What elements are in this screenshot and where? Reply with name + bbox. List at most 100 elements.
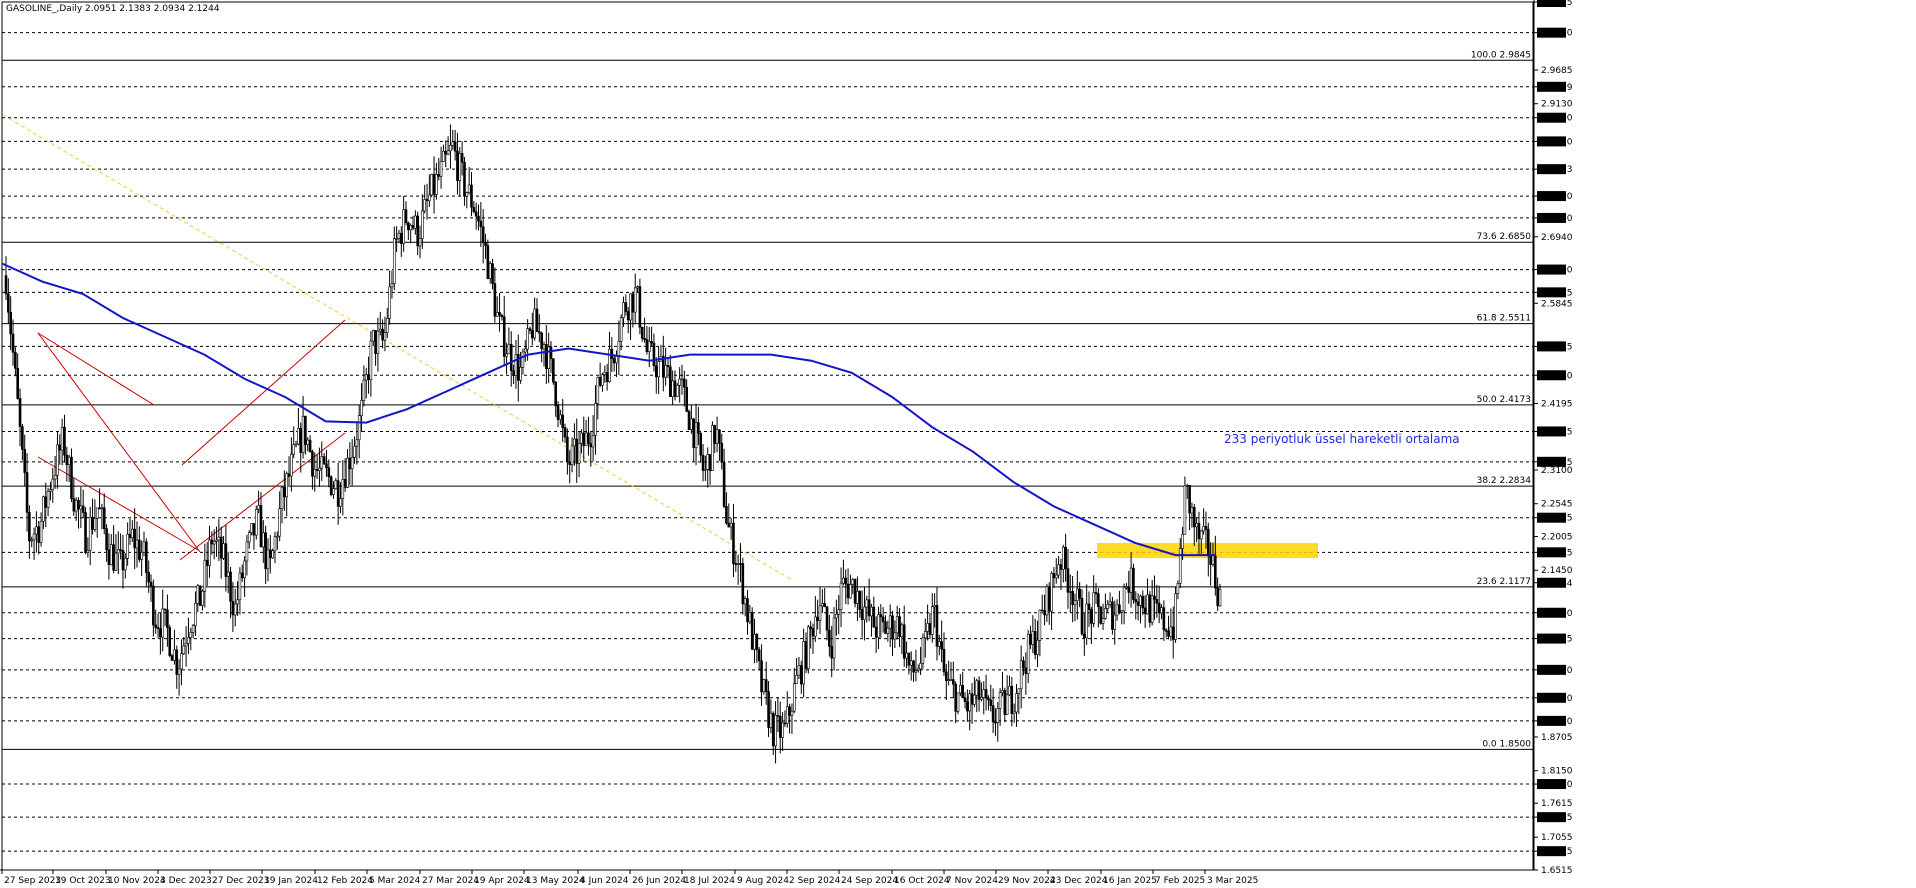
candle-body (60, 426, 64, 451)
candle-body (577, 443, 581, 464)
time-tick-label: 7 Feb 2025 (1155, 876, 1205, 886)
candle-body (804, 641, 808, 669)
candle-body (191, 625, 195, 633)
candle-body (736, 563, 740, 565)
candle-body (402, 209, 405, 244)
candle-body (81, 505, 85, 513)
candle-body (226, 571, 230, 577)
candle-body (940, 641, 943, 650)
candle-body (1087, 603, 1091, 610)
candle-body (711, 425, 714, 471)
candle-body (479, 220, 483, 228)
candle-body (121, 550, 125, 571)
candle-body (987, 697, 990, 701)
candle-body (1029, 633, 1032, 645)
candle-body (547, 346, 550, 369)
price-tick-label: 1.8150 (1541, 767, 1573, 777)
candle-body (145, 541, 148, 573)
candle-body (764, 679, 768, 692)
candle-body (343, 479, 347, 488)
candle-body (594, 403, 597, 436)
candle-body (196, 585, 200, 604)
candle-body (507, 344, 511, 355)
candle-body (208, 539, 211, 566)
candle-body (1097, 593, 1100, 608)
candle-body (273, 536, 277, 552)
candle-body (23, 449, 27, 473)
candle-body (708, 454, 712, 471)
candle-body (14, 351, 17, 369)
candle-body (404, 209, 408, 224)
candle-body (521, 351, 525, 368)
candle-body (88, 517, 92, 551)
candle-body (271, 550, 274, 559)
candle-body (938, 641, 941, 647)
candle-body (554, 381, 557, 407)
candle-body (1160, 607, 1163, 614)
price-tick-label: 2.1450 (1541, 566, 1573, 576)
candle-body (259, 505, 263, 548)
candle-body (631, 293, 635, 313)
price-tick-label: 1.7615 (1541, 799, 1573, 809)
candle-body (240, 572, 244, 579)
candle-body (823, 603, 826, 608)
candle-body (1008, 685, 1011, 696)
time-tick-label: 18 Jul 2024 (684, 876, 735, 886)
price-tick-label: 2.9685 (1541, 66, 1573, 76)
candle-body (1185, 484, 1189, 487)
candle-body (327, 467, 331, 478)
candle-body (453, 141, 457, 152)
candle-body (624, 302, 628, 312)
candle-body (832, 617, 836, 659)
candle-body (690, 418, 693, 430)
candle-body (140, 552, 143, 560)
candle-body (294, 443, 298, 446)
candle-body (1001, 690, 1004, 693)
candle-body (332, 488, 335, 495)
candle-body (477, 215, 480, 222)
candle-body (238, 572, 242, 601)
candle-body (774, 714, 777, 747)
candle-body (100, 507, 104, 510)
candle-body (400, 232, 403, 244)
candle-body (105, 528, 108, 551)
price-tick-label: 2.3100 (1541, 466, 1573, 476)
candle-body (533, 308, 536, 339)
candle-body (1073, 600, 1077, 606)
candle-body (636, 286, 639, 289)
time-tick-label: 3 Mar 2025 (1207, 876, 1258, 886)
fib-label: 0.0 1.8500 (1482, 739, 1531, 749)
candle-body (444, 150, 448, 155)
candle-body (1167, 631, 1170, 637)
price-tick-label: 2.4195 (1541, 400, 1573, 410)
candle-body (493, 283, 497, 317)
candle-body (828, 629, 831, 647)
candle-body (837, 609, 841, 615)
candle-body (645, 339, 649, 352)
candle-body (168, 627, 172, 656)
candle-body (640, 326, 644, 339)
candle-body (458, 153, 462, 182)
candle-body (734, 563, 738, 566)
candle-body (1003, 690, 1007, 715)
price-chart[interactable]: 100.0 2.9845 73.6 2.6850 61.8 2.5511 50.0 2… (0, 0, 1916, 888)
candle-body (46, 490, 50, 508)
candle-body (729, 522, 733, 528)
candle-body (119, 549, 122, 551)
candle-body (488, 263, 492, 279)
candle-body (56, 444, 59, 476)
candle-body (598, 377, 602, 386)
candle-body (18, 398, 22, 427)
candle-body (1218, 589, 1222, 607)
candle-body (671, 380, 674, 397)
candle-body (853, 579, 857, 604)
candle-body (849, 584, 852, 599)
candle-body (107, 549, 111, 566)
candle-body (166, 609, 169, 628)
candle-body (283, 487, 286, 498)
candle-body (152, 585, 155, 626)
candle-body (313, 469, 317, 477)
price-tick-label: 2.6025 (1541, 288, 1573, 298)
candle-body (500, 314, 504, 318)
candle-body (1146, 594, 1149, 615)
